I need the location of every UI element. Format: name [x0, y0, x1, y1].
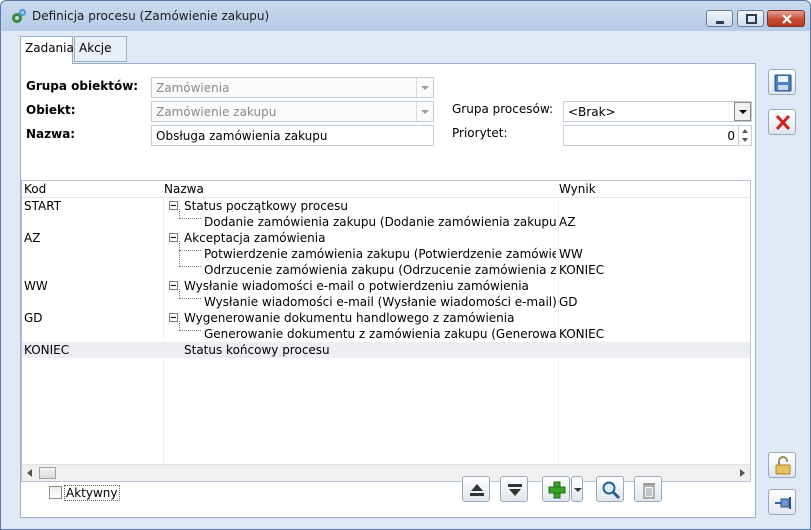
magnifier-icon: [602, 481, 621, 500]
move-down-button[interactable]: [500, 476, 528, 502]
cell-wynik: WW: [559, 247, 583, 261]
spin-arrows-icon[interactable]: [738, 126, 751, 145]
cell-wynik: KONIEC: [559, 263, 605, 277]
minimize-icon: [716, 21, 724, 24]
chevron-down-icon: [574, 488, 582, 492]
obiekt-select: Zamówienie zakupu: [151, 101, 434, 122]
cell-wynik: GD: [559, 295, 578, 309]
maximize-button[interactable]: [737, 10, 764, 27]
close-icon: [782, 14, 792, 24]
cell-nazwa: Akceptacja zamówienia: [184, 231, 326, 245]
cell-nazwa: Dodanie zamówienia zakupu (Dodanie zamów…: [204, 215, 556, 229]
table-row[interactable]: WW Wysłanie wiadomości e-mail o potwierd…: [22, 278, 750, 294]
tasks-grid[interactable]: Kod Nazwa Wynik START Status początkowy …: [21, 180, 751, 482]
add-button[interactable]: [542, 476, 570, 502]
client-area: Zadania Akcje Grupa obiektów: Zamówienia…: [8, 31, 803, 522]
cell-kod: WW: [24, 279, 48, 293]
collapse-icon[interactable]: [169, 201, 178, 210]
collapse-icon[interactable]: [169, 281, 178, 290]
cell-nazwa: Wysłanie wiadomości e-mail o potwierdzen…: [184, 279, 529, 293]
table-row[interactable]: Generowanie dokumentu z zamówienia zakup…: [22, 326, 750, 342]
grupa-obiektow-select: Zamówienia: [151, 77, 434, 98]
lock-button[interactable]: [768, 452, 796, 478]
nazwa-input[interactable]: Obsługa zamówienia zakupu: [151, 125, 434, 146]
grupa-procesow-label: Grupa procesów:: [452, 102, 554, 116]
move-down-icon: [508, 484, 522, 496]
cell-nazwa: Odrzucenie zamówienia zakupu (Odrzucenie…: [204, 263, 556, 277]
cell-wynik: KONIEC: [559, 327, 605, 341]
table-row[interactable]: KONIEC Status końcowy procesu: [22, 342, 750, 358]
cell-kod: KONIEC: [24, 343, 70, 357]
cancel-button[interactable]: [768, 109, 796, 135]
column-header-kod[interactable]: Kod: [24, 182, 46, 196]
grupa-obiektow-label: Grupa obiektów:: [26, 79, 139, 93]
nazwa-value: Obsługa zamówienia zakupu: [156, 129, 328, 143]
minimize-button[interactable]: [706, 10, 733, 27]
column-header-nazwa[interactable]: Nazwa: [164, 182, 204, 196]
maximize-icon: [746, 14, 757, 24]
chevron-down-icon[interactable]: [734, 102, 751, 121]
chevron-down-icon: [416, 102, 433, 121]
tab-label: Zadania: [25, 41, 74, 55]
delete-button[interactable]: [634, 476, 662, 502]
priorytet-label: Priorytet:: [452, 126, 508, 140]
close-button[interactable]: [767, 10, 805, 27]
scroll-thumb[interactable]: [39, 467, 56, 479]
table-row[interactable]: START Status początkowy procesu: [22, 198, 750, 214]
table-row[interactable]: GD Wygenerowanie dokumentu handlowego z …: [22, 310, 750, 326]
nazwa-label: Nazwa:: [26, 127, 76, 141]
title-bar[interactable]: Definicja procesu (Zamówienie zakupu): [1, 1, 810, 31]
move-up-button[interactable]: [462, 476, 490, 502]
tab-label: Akcje: [79, 41, 112, 55]
padlock-icon: [775, 456, 791, 475]
table-row[interactable]: Odrzucenie zamówienia zakupu (Odrzucenie…: [22, 262, 750, 278]
tab-zadania[interactable]: Zadania: [20, 36, 74, 64]
app-gears-icon: [12, 8, 27, 23]
grupa-procesow-value: <Brak>: [568, 105, 616, 119]
cell-wynik: AZ: [559, 215, 576, 229]
cell-nazwa: Potwierdzenie zamówienia zakupu (Potwier…: [204, 247, 556, 261]
move-up-icon: [470, 484, 484, 496]
chevron-down-icon: [416, 78, 433, 97]
grupa-procesow-select[interactable]: <Brak>: [563, 101, 752, 122]
priorytet-value: 0: [727, 129, 735, 143]
table-row[interactable]: Dodanie zamówienia zakupu (Dodanie zamów…: [22, 214, 750, 230]
cell-nazwa: Generowanie dokumentu z zamówienia zakup…: [204, 327, 556, 341]
cell-kod: START: [24, 199, 62, 213]
cell-nazwa: Status końcowy procesu: [184, 343, 330, 357]
grupa-obiektow-value: Zamówienia: [156, 81, 230, 95]
obiekt-label: Obiekt:: [26, 103, 76, 117]
floppy-disk-icon: [774, 74, 792, 92]
cell-nazwa: Wygenerowanie dokumentu handlowego z zam…: [184, 311, 515, 325]
cell-kod: GD: [24, 311, 43, 325]
pin-icon: [775, 497, 791, 509]
window-title: Definicja procesu (Zamówienie zakupu): [32, 9, 270, 23]
pin-button[interactable]: [768, 489, 796, 515]
table-row[interactable]: Wysłanie wiadomości e-mail (Wysłanie wia…: [22, 294, 750, 310]
add-dropdown-button[interactable]: [571, 476, 583, 502]
aktywny-checkbox[interactable]: [49, 486, 62, 499]
process-definition-window: Definicja procesu (Zamówienie zakupu) Za…: [0, 0, 811, 530]
scroll-left-icon[interactable]: [25, 468, 35, 478]
aktywny-label: Aktywny: [64, 485, 120, 501]
red-x-icon: [775, 114, 791, 131]
table-row[interactable]: AZ Akceptacja zamówienia: [22, 230, 750, 246]
cell-nazwa: Status początkowy procesu: [184, 199, 349, 213]
grid-header: Kod Nazwa Wynik: [22, 181, 750, 198]
preview-button[interactable]: [596, 476, 624, 502]
obiekt-value: Zamówienie zakupu: [156, 105, 277, 119]
scroll-right-icon[interactable]: [737, 468, 747, 478]
priorytet-stepper[interactable]: 0: [563, 125, 752, 146]
table-row[interactable]: Potwierdzenie zamówienia zakupu (Potwier…: [22, 246, 750, 262]
cell-nazwa: Wysłanie wiadomości e-mail (Wysłanie wia…: [204, 295, 556, 309]
collapse-icon[interactable]: [169, 233, 178, 242]
tab-akcje[interactable]: Akcje: [74, 36, 127, 62]
column-header-wynik[interactable]: Wynik: [559, 182, 596, 196]
collapse-icon[interactable]: [169, 313, 178, 322]
cell-kod: AZ: [24, 231, 41, 245]
save-button[interactable]: [768, 69, 796, 95]
plus-icon: [548, 481, 566, 499]
trash-icon: [643, 483, 655, 499]
